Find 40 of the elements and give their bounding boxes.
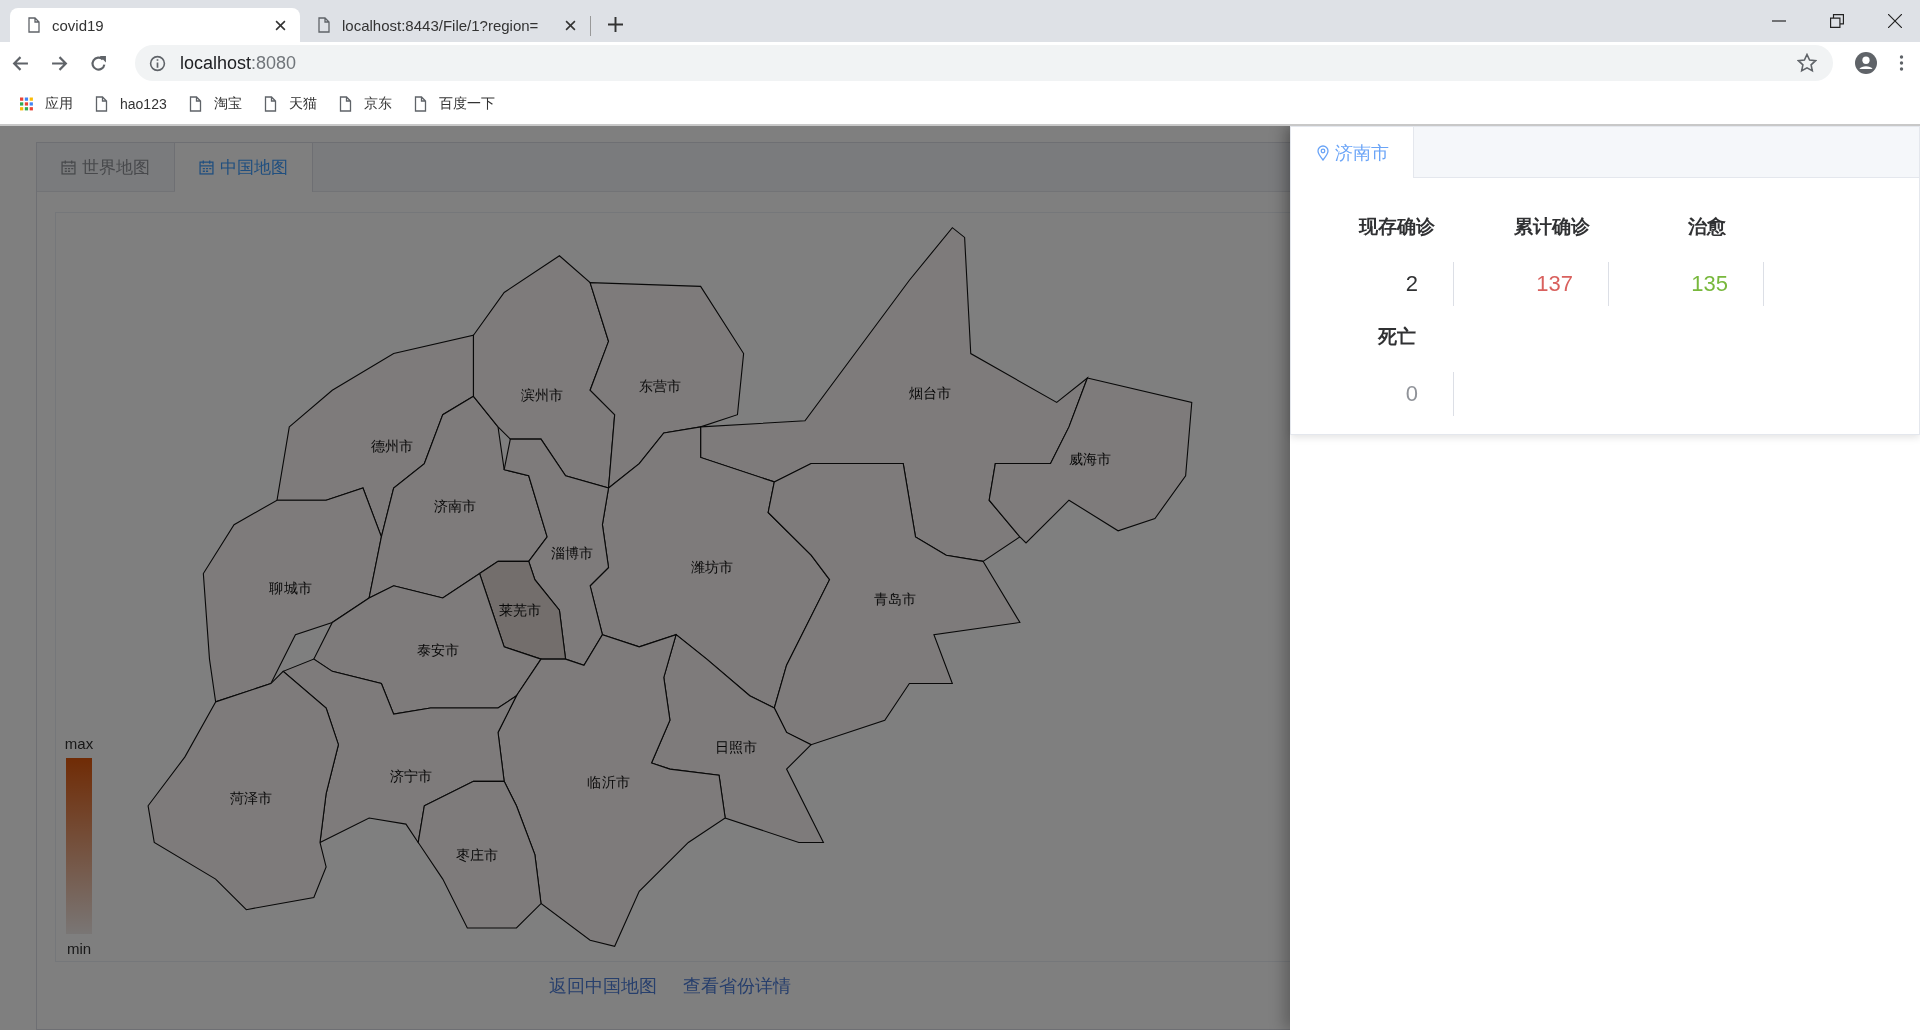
stat-title: 治愈 [1686,215,1727,239]
stat-value: 135 [1691,271,1728,297]
address-bar[interactable]: localhost:8080 [135,45,1833,81]
stat-title: 死亡 [1376,325,1417,349]
tab-title: covid19 [52,16,105,34]
browser-tab[interactable]: covid19 [10,8,300,42]
city-label: 德州市 [371,438,414,455]
city-label: 济宁市 [389,768,432,785]
stat-value: 2 [1405,271,1418,297]
url-port: :8080 [251,52,297,74]
city-label: 日照市 [715,739,758,755]
city-label: 威海市 [1068,450,1111,467]
city-label: 烟台市 [909,384,952,401]
city-label: 菏泽市 [230,790,273,807]
legend-max: max [64,735,94,752]
city-label: 青岛市 [873,591,916,608]
city-label: 泰安市 [416,642,459,659]
legend-min: min [66,940,92,957]
url-host: localhost [180,52,252,74]
bookmark[interactable]: 京东 [338,95,392,113]
stat-title: 累计确诊 [1512,215,1591,239]
city-label: 莱芜市 [499,602,542,619]
bookmark[interactable]: 百度一下 [413,95,495,113]
city-label: 聊城市 [269,580,312,597]
bookmark[interactable]: 天猫 [263,95,317,113]
city-label: 东营市 [639,378,682,395]
bookmark[interactable]: 淘宝 [188,95,242,113]
city-label: 临沂市 [587,774,630,791]
city-label: 枣庄市 [456,846,499,863]
city-label: 潍坊市 [690,559,733,576]
stat-value: 0 [1405,381,1418,407]
city-label: 滨州市 [521,387,564,403]
bookmark[interactable]: hao123 [95,96,167,112]
bookmark[interactable]: 应用 [20,95,73,113]
tab-title: localhost:8443/File/1?region= [342,16,540,34]
stat-value: 137 [1536,271,1573,297]
browser-tab[interactable]: localhost:8443/File/1?region= [300,8,590,42]
stat-title: 现存确诊 [1357,215,1436,239]
city-label: 淄博市 [550,544,593,561]
city-label: 济南市 [434,498,477,515]
